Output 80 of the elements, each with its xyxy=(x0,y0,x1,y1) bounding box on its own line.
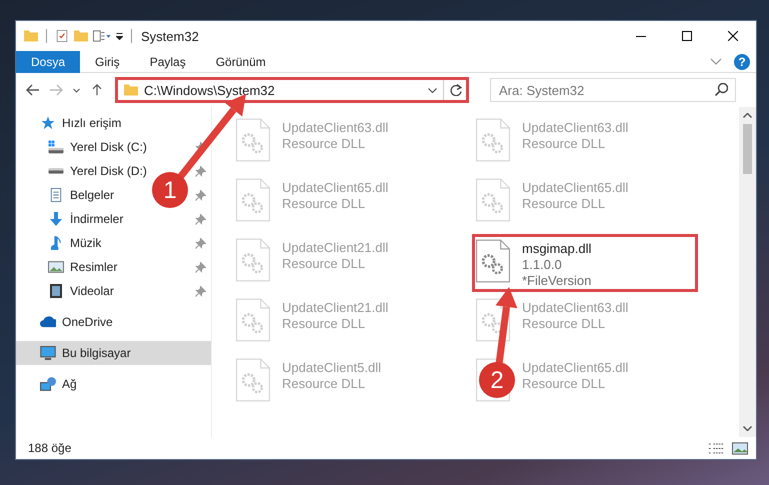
details-view-icon[interactable] xyxy=(708,442,724,454)
scroll-up-icon[interactable] xyxy=(743,113,752,118)
pin-icon[interactable] xyxy=(195,262,206,272)
address-bar[interactable]: C:\Windows\System32 xyxy=(115,77,469,103)
down-arrow-icon xyxy=(48,212,64,226)
properties-icon[interactable] xyxy=(93,30,111,42)
expand-ribbon-icon[interactable] xyxy=(710,58,722,65)
vertical-scrollbar[interactable] xyxy=(739,107,756,437)
up-arrow-icon[interactable] xyxy=(90,84,104,96)
gear-file-icon xyxy=(236,178,270,222)
ribbon-tab[interactable]: Paylaş xyxy=(134,51,201,73)
pin-icon[interactable] xyxy=(195,166,206,176)
scroll-down-icon[interactable] xyxy=(743,426,752,431)
monitor-icon xyxy=(40,346,56,360)
file-description: Resource DLL xyxy=(522,196,606,212)
film-icon xyxy=(48,284,64,298)
sidebar-item[interactable]: Videolar xyxy=(70,284,114,298)
gear-file-icon xyxy=(236,118,270,162)
file-description: 1.1.0.0 xyxy=(522,257,563,273)
file-description: *FileVersion xyxy=(522,273,592,289)
sidebar-item[interactable]: İndirmeler xyxy=(70,212,124,226)
sidebar-item[interactable]: OneDrive xyxy=(62,315,113,329)
gear-file-icon xyxy=(236,298,270,342)
sidebar-item[interactable]: Yerel Disk (D:) xyxy=(70,164,147,178)
refresh-icon[interactable] xyxy=(450,84,462,96)
file-description: Resource DLL xyxy=(522,316,606,332)
file-description: Resource DLL xyxy=(522,376,606,392)
step-number-badge: 2 xyxy=(479,362,515,398)
network-icon xyxy=(40,377,56,391)
sidebar-item[interactable]: Ağ xyxy=(62,377,77,391)
picture-icon xyxy=(48,260,64,274)
step-number-badge: 1 xyxy=(152,172,188,208)
drive-icon xyxy=(48,140,64,154)
ribbon-tab[interactable]: Giriş xyxy=(80,51,135,73)
music-note-icon xyxy=(48,236,64,250)
recent-dropdown-icon[interactable] xyxy=(72,88,81,92)
sidebar-label: Bu bilgisayar xyxy=(62,346,131,360)
sidebar-item[interactable]: Belgeler xyxy=(70,188,114,202)
gear-file-icon xyxy=(236,238,270,282)
maximize-icon xyxy=(682,31,692,41)
pin-icon[interactable] xyxy=(195,286,206,296)
gear-file-icon xyxy=(476,239,510,283)
file-description: Resource DLL xyxy=(522,136,606,152)
close-icon xyxy=(728,31,738,41)
file-description: Resource DLL xyxy=(282,136,366,152)
large-icons-view-icon[interactable] xyxy=(732,442,748,454)
gear-file-icon xyxy=(476,118,510,162)
pin-icon[interactable] xyxy=(195,238,206,248)
search-field[interactable]: Ara: System32 xyxy=(490,78,736,102)
gear-file-icon xyxy=(236,358,270,402)
file-name: msgimap.dll xyxy=(522,241,592,257)
cloud-icon xyxy=(40,315,56,329)
file-item[interactable]: msgimap.dll 1.1.0.0 *FileVersion xyxy=(472,234,698,292)
address-path: C:\Windows\System32 xyxy=(144,82,276,98)
file-description: Resource DLL xyxy=(282,196,366,212)
window-title: System32 xyxy=(141,28,200,44)
sidebar-item[interactable]: Hızlı erişim xyxy=(62,116,122,130)
checklist-icon[interactable] xyxy=(55,30,69,42)
file-description: Resource DLL xyxy=(282,316,366,332)
gear-file-icon xyxy=(476,298,510,342)
scrollbar-thumb[interactable] xyxy=(743,124,752,174)
ribbon-tab[interactable]: Dosya xyxy=(16,51,80,73)
pin-icon[interactable] xyxy=(195,214,206,224)
file-description: Resource DLL xyxy=(282,376,366,392)
dropdown-icon[interactable] xyxy=(116,32,123,40)
sidebar-item[interactable]: Resimler xyxy=(70,260,118,274)
sidebar-item[interactable]: Yerel Disk (C:) xyxy=(70,140,147,154)
pin-icon[interactable] xyxy=(195,190,206,200)
back-arrow-icon[interactable] xyxy=(26,84,40,96)
folder-icon xyxy=(124,84,138,96)
document-icon xyxy=(48,188,64,202)
search-icon[interactable] xyxy=(715,83,728,96)
item-count: 188 öğe xyxy=(28,441,72,455)
file-description: Resource DLL xyxy=(282,256,366,272)
sidebar-item[interactable]: Bu bilgisayar xyxy=(16,341,211,365)
star-icon xyxy=(40,116,56,130)
sidebar-item[interactable]: Müzik xyxy=(70,236,102,250)
gear-file-icon xyxy=(476,178,510,222)
ribbon-tab[interactable]: Görünüm xyxy=(200,51,281,73)
help-button[interactable]: ? xyxy=(734,54,750,70)
